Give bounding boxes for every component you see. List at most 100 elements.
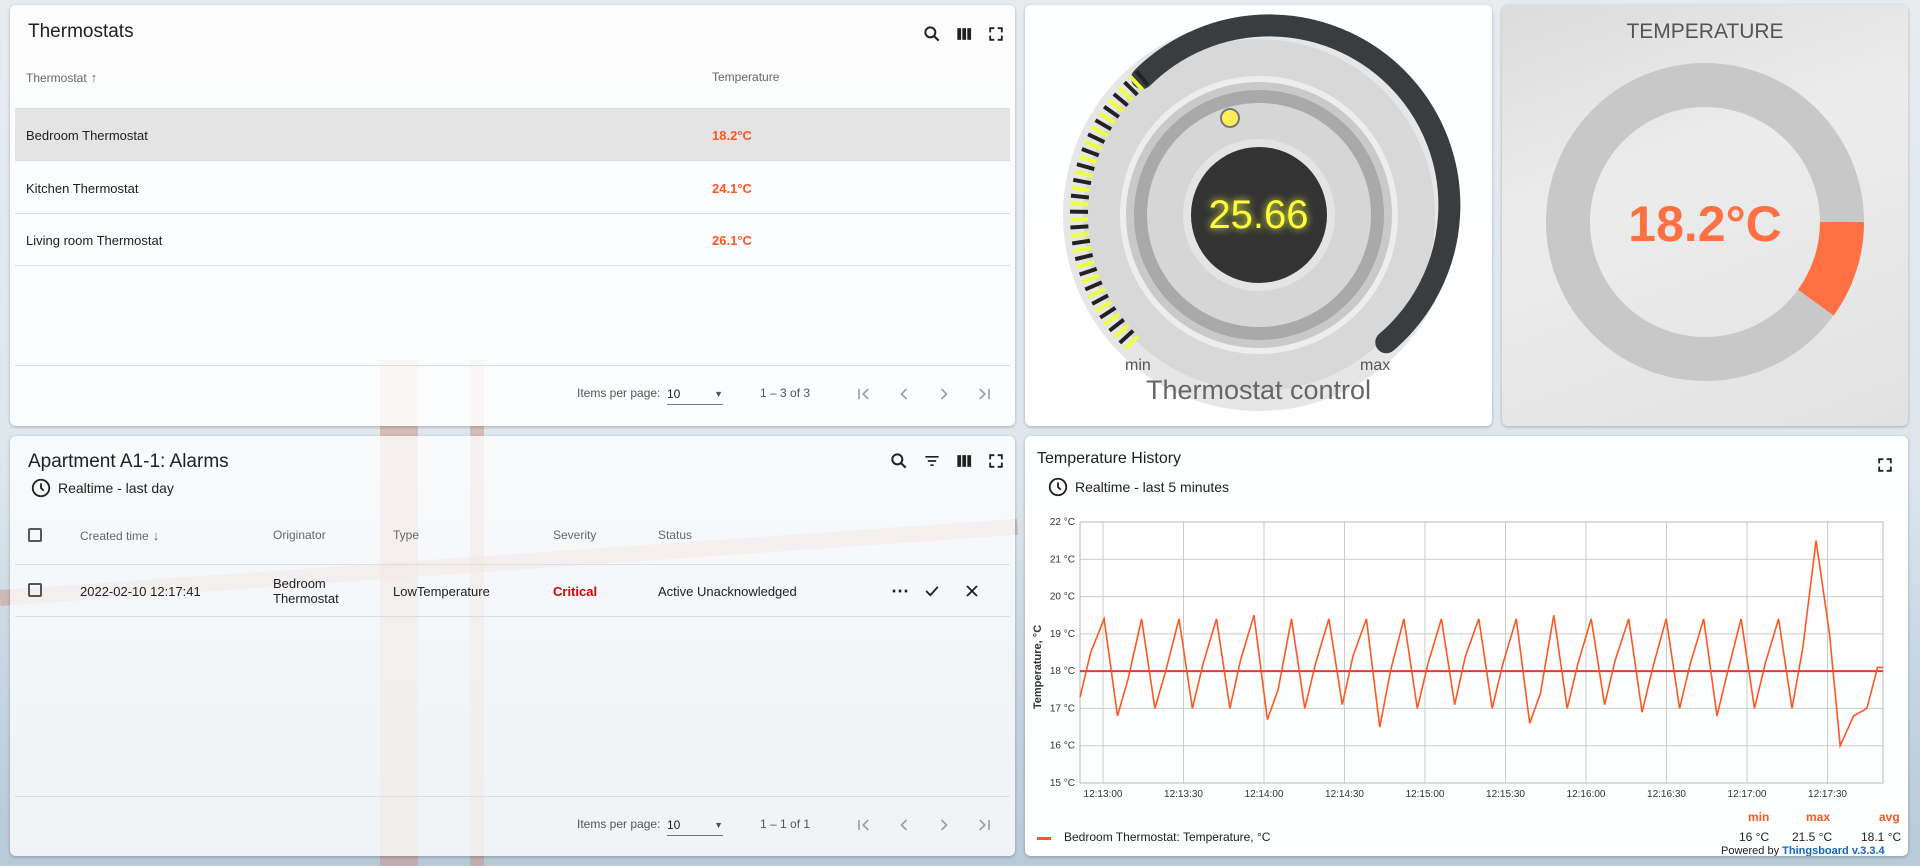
- y-tick-label: 22 °C: [1050, 517, 1075, 528]
- legend-series-name[interactable]: Bedroom Thermostat: Temperature, °C: [1064, 830, 1270, 844]
- sort-arrow-up-icon: ↑: [90, 70, 98, 85]
- timewindow[interactable]: Realtime - last day: [30, 477, 174, 499]
- clock-icon: [31, 478, 51, 498]
- knob-tick: [1071, 185, 1091, 193]
- page-range: 1 – 1 of 1: [760, 817, 811, 831]
- thingsboard-link[interactable]: Thingsboard v.3.3.4: [1782, 845, 1885, 856]
- dropdown-arrow-icon: ▼: [714, 819, 723, 830]
- y-axis-label: Temperature, °C: [1032, 624, 1044, 710]
- items-per-page-label: Items per page:: [577, 817, 661, 831]
- column-header-status[interactable]: Status: [658, 528, 692, 542]
- legend-header-min: min: [1748, 810, 1770, 824]
- knob-handle[interactable]: [1220, 108, 1240, 128]
- y-tick-label: 17 °C: [1050, 703, 1075, 714]
- widget-title: Apartment A1-1: Alarms: [28, 451, 229, 472]
- column-header-temperature[interactable]: Temperature: [712, 70, 779, 84]
- fullscreen-icon[interactable]: [984, 22, 1008, 46]
- control-value: 25.66: [1208, 193, 1309, 237]
- more-icon[interactable]: ⋯: [888, 579, 912, 603]
- x-tick-label: 12:16:00: [1567, 789, 1606, 800]
- control-title: Thermostat control: [1145, 375, 1372, 405]
- previous-page-icon[interactable]: [892, 382, 916, 406]
- previous-page-icon[interactable]: [892, 813, 916, 837]
- legend-header-avg: avg: [1879, 810, 1900, 824]
- min-label: min: [1125, 357, 1151, 374]
- series-line: [1079, 540, 1883, 749]
- legend-header-max: max: [1806, 810, 1831, 824]
- last-page-icon[interactable]: [972, 382, 996, 406]
- alarm-status: Active Unacknowledged: [658, 583, 797, 599]
- x-tick-label: 12:14:00: [1245, 789, 1284, 800]
- column-header-type[interactable]: Type: [393, 528, 419, 542]
- y-tick-label: 21 °C: [1050, 554, 1075, 565]
- y-tick-label: 16 °C: [1050, 741, 1075, 752]
- temperature-history-widget: Temperature History Realtime - last 5 mi…: [1025, 436, 1908, 856]
- thermostats-widget: Thermostats Thermostat ↑ Temperature Bed…: [10, 5, 1015, 426]
- gauge-value: 18.2°C: [1628, 196, 1782, 252]
- last-page-icon[interactable]: [972, 813, 996, 837]
- y-tick-label: 18 °C: [1050, 666, 1075, 677]
- y-tick-label: 19 °C: [1050, 629, 1075, 640]
- x-tick-label: 12:15:00: [1406, 789, 1445, 800]
- next-page-icon[interactable]: [932, 382, 956, 406]
- x-tick-label: 12:16:30: [1647, 789, 1686, 800]
- y-tick-label: 20 °C: [1050, 592, 1075, 603]
- y-tick-label: 15 °C: [1050, 778, 1075, 789]
- x-tick-label: 12:17:30: [1808, 789, 1847, 800]
- alarms-widget: Apartment A1-1: Alarms Realtime - last d…: [10, 436, 1015, 856]
- max-label: max: [1360, 357, 1391, 374]
- select-all-checkbox[interactable]: [28, 528, 42, 542]
- first-page-icon[interactable]: [852, 382, 876, 406]
- acknowledge-check-icon[interactable]: [920, 579, 944, 603]
- thermostat-name: Bedroom Thermostat: [26, 127, 148, 143]
- items-per-page-label: Items per page:: [577, 386, 661, 400]
- x-tick-label: 12:14:30: [1325, 789, 1364, 800]
- x-tick-label: 12:17:00: [1728, 789, 1767, 800]
- alarm-severity: Critical: [553, 583, 598, 599]
- x-tick-label: 12:13:00: [1084, 789, 1123, 800]
- column-header-originator[interactable]: Originator: [273, 528, 326, 542]
- x-tick-label: 12:13:30: [1164, 789, 1203, 800]
- row-checkbox[interactable]: [28, 583, 42, 597]
- dropdown-arrow-icon: ▼: [714, 388, 723, 399]
- column-header-severity[interactable]: Severity: [553, 528, 596, 542]
- columns-icon[interactable]: [952, 22, 976, 46]
- alarm-type: LowTemperature: [393, 583, 490, 599]
- table-row[interactable]: 2022-02-10 12:17:41 Bedroom Thermostat L…: [15, 565, 1010, 617]
- columns-icon[interactable]: [952, 449, 976, 473]
- legend-min-value: 16 °C: [1739, 830, 1770, 844]
- legend-max-value: 21.5 °C: [1792, 830, 1833, 844]
- column-header-thermostat[interactable]: Thermostat ↑: [26, 70, 97, 85]
- column-header-created-time[interactable]: Created time ↓: [80, 528, 159, 543]
- search-icon[interactable]: [887, 449, 911, 473]
- alarm-created-time: 2022-02-10 12:17:41: [80, 583, 201, 599]
- table-row[interactable]: Kitchen Thermostat 24.1°C: [15, 162, 1010, 214]
- x-tick-label: 12:15:30: [1486, 789, 1525, 800]
- plot-frame: [1079, 521, 1884, 784]
- thermostat-control-widget: 25.66 min max Thermostat control: [1025, 5, 1492, 426]
- page-range: 1 – 3 of 3: [760, 386, 811, 400]
- powered-by: Powered by Thingsboard v.3.3.4: [1721, 845, 1885, 856]
- filter-icon[interactable]: [920, 449, 944, 473]
- alarm-originator: Bedroom Thermostat: [273, 576, 339, 606]
- knob-tick: [1071, 238, 1091, 246]
- first-page-icon[interactable]: [852, 813, 876, 837]
- items-per-page-select[interactable]: 10 ▼: [667, 383, 723, 405]
- table-row[interactable]: Living room Thermostat 26.1°C: [15, 214, 1010, 266]
- items-per-page-select[interactable]: 10 ▼: [667, 814, 723, 836]
- thermostat-temperature: 24.1°C: [712, 180, 752, 196]
- temperature-gauge-widget: TEMPERATURE 18.2°C: [1502, 5, 1908, 426]
- legend-avg-value: 18.1 °C: [1861, 830, 1902, 844]
- clear-close-icon[interactable]: [960, 579, 984, 603]
- next-page-icon[interactable]: [932, 813, 956, 837]
- widget-title: Thermostats: [28, 21, 134, 42]
- thermostat-name: Living room Thermostat: [26, 232, 163, 248]
- sort-arrow-down-icon: ↓: [152, 528, 160, 543]
- legend-swatch: [1037, 837, 1051, 840]
- thermostat-temperature: 26.1°C: [712, 232, 752, 248]
- thermostat-temperature: 18.2°C: [712, 127, 752, 143]
- search-icon[interactable]: [920, 22, 944, 46]
- fullscreen-icon[interactable]: [984, 449, 1008, 473]
- table-row[interactable]: Bedroom Thermostat 18.2°C: [15, 109, 1010, 161]
- temperature-chart[interactable]: 15 °C 16 °C 17 °C 18 °C 19 °C 20 °C 21 °C 22 °C…: [1025, 436, 1908, 856]
